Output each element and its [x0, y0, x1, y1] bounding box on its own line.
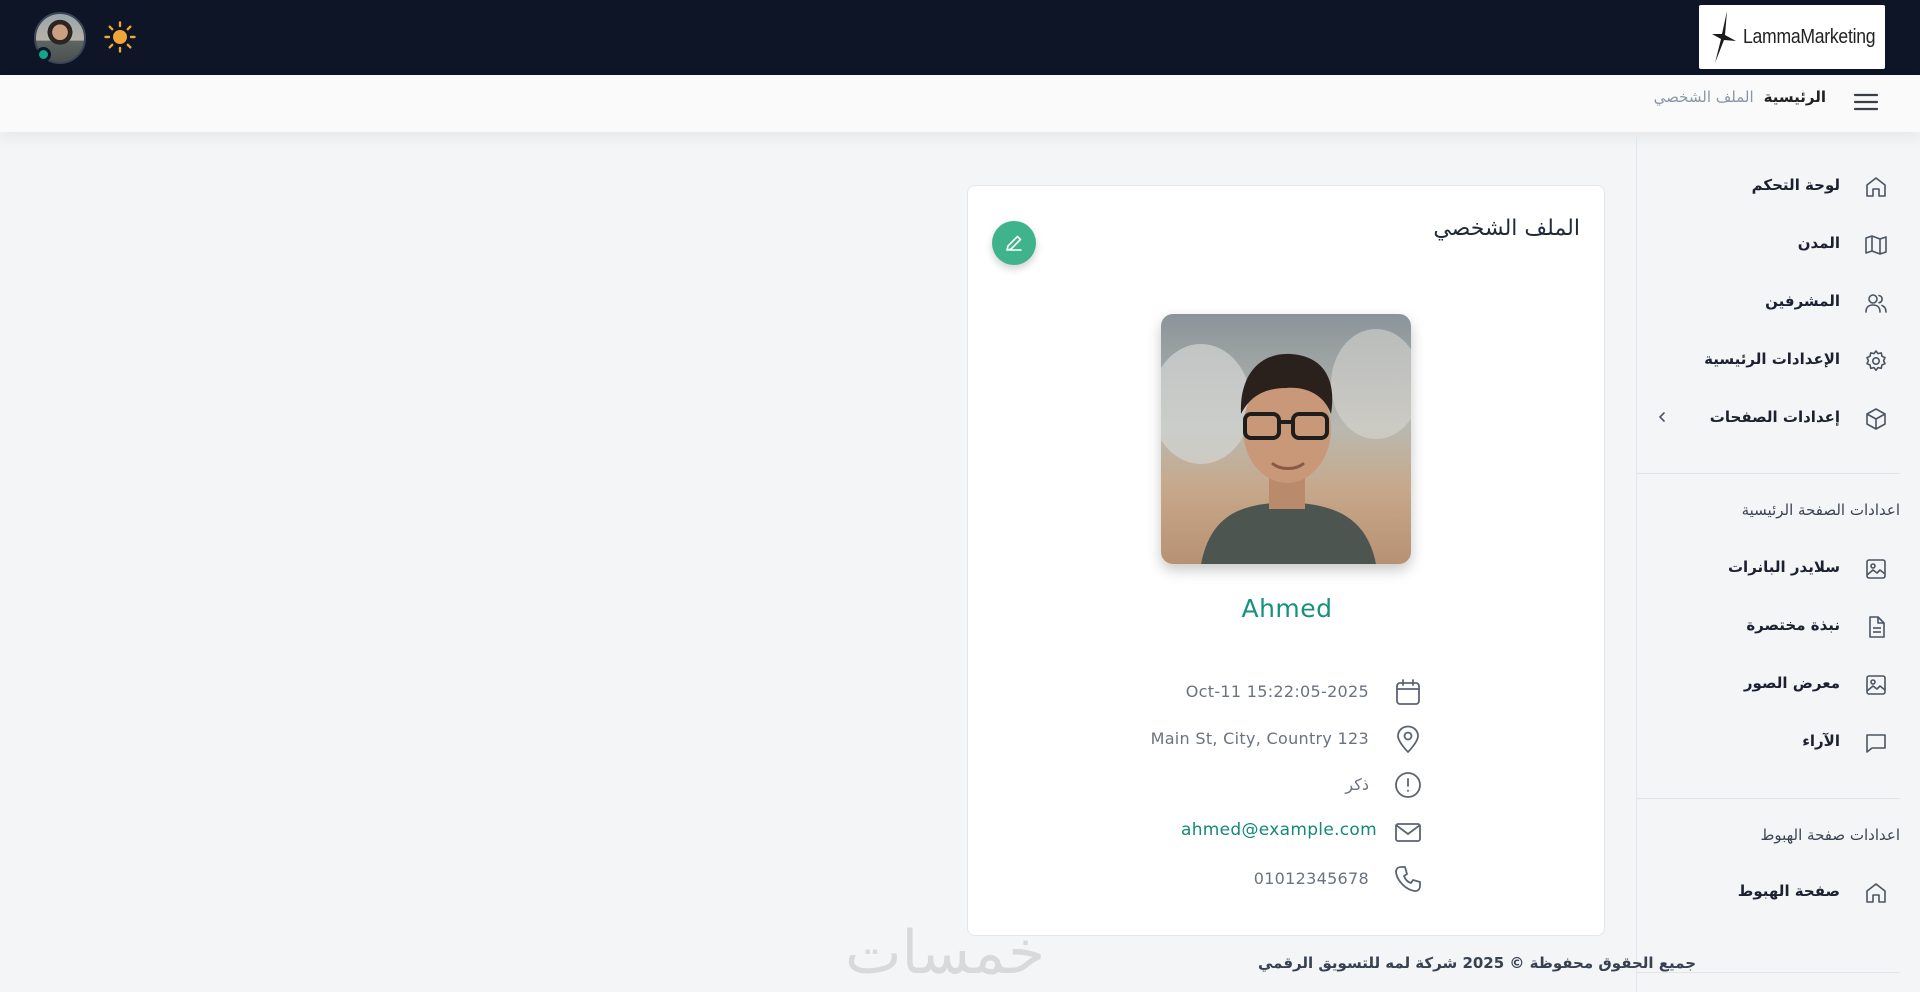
sidebar-section-home: اعدادات الصفحة الرئيسية — [1741, 501, 1900, 519]
star-logo-icon — [1712, 11, 1736, 63]
image-icon — [1866, 675, 1886, 695]
brand-name: LammaMarketing — [1743, 25, 1876, 48]
sidebar-item-about[interactable]: نبذة مختصرة — [1636, 607, 1920, 647]
map-icon — [1865, 235, 1887, 255]
profile-email[interactable]: ahmed@example.com — [1181, 820, 1377, 840]
sidebar-item-label: صفحة الهبوط — [1737, 882, 1840, 900]
footer-copyright: جميع الحقوق محفوظة © 2025 شركة لمه للتسو… — [1258, 954, 1697, 972]
alert-circle-icon — [1395, 772, 1421, 798]
profile-name: Ahmed — [1241, 594, 1333, 623]
chevron-left-icon — [1658, 412, 1665, 422]
sidebar-item-testimonials[interactable]: الآراء — [1636, 723, 1920, 763]
sidebar-item-label: نبذة مختصرة — [1746, 616, 1840, 634]
sidebar-item-label: الإعدادات الرئيسية — [1704, 350, 1840, 368]
sidebar-item-supervisors[interactable]: المشرفين — [1636, 283, 1920, 323]
sun-icon[interactable] — [104, 21, 136, 53]
calendar-icon — [1396, 679, 1420, 705]
profile-address: Main St, City, Country 123 — [1150, 729, 1369, 748]
image-icon — [1866, 559, 1886, 579]
breadcrumb-home[interactable]: الرئيسية — [1764, 88, 1826, 106]
profile-address-row: Main St, City, Country 123 — [1063, 722, 1423, 754]
sidebar-divider — [1636, 473, 1900, 474]
profile-photo — [1161, 314, 1411, 564]
document-icon — [1869, 616, 1885, 638]
breadcrumb-current: الملف الشخصي — [1653, 88, 1754, 106]
hamburger-icon[interactable] — [1852, 90, 1880, 114]
watermark: خمسات — [845, 918, 1046, 988]
brand-logo[interactable]: LammaMarketing — [1699, 5, 1885, 69]
chat-icon — [1866, 734, 1886, 753]
profile-gender-row: ذكر — [1063, 768, 1423, 800]
profile-phone-row: 01012345678 — [1063, 862, 1423, 894]
phone-icon — [1395, 866, 1421, 892]
sidebar-item-cities[interactable]: المدن — [1636, 225, 1920, 265]
sidebar-item-dashboard[interactable]: لوحة التحكم — [1636, 167, 1920, 207]
mail-icon — [1395, 823, 1421, 842]
profile-card: الملف الشخصي Ahmed Oct-11 15:22:05-2025 … — [967, 185, 1605, 936]
cube-icon — [1866, 408, 1886, 430]
sidebar-item-gallery[interactable]: معرض الصور — [1636, 665, 1920, 705]
breadcrumb-bar: الرئيسية الملف الشخصي — [0, 75, 1920, 132]
edit-profile-button[interactable] — [992, 221, 1036, 265]
sidebar-item-page-settings[interactable]: إعدادات الصفحات — [1636, 399, 1920, 439]
profile-photo-image — [1161, 314, 1411, 564]
sidebar-item-label: سلايدر البانرات — [1727, 558, 1840, 576]
sidebar-item-label: المشرفين — [1765, 292, 1840, 310]
online-status-dot — [36, 47, 51, 62]
home-icon — [1866, 883, 1886, 903]
location-pin-icon — [1397, 725, 1419, 754]
sidebar-item-label: لوحة التحكم — [1751, 176, 1840, 194]
home-icon — [1866, 177, 1886, 197]
sidebar-section-landing: اعدادات صفحة الهبوط — [1760, 826, 1900, 844]
profile-title: الملف الشخصي — [1433, 216, 1580, 241]
profile-phone: 01012345678 — [1253, 869, 1369, 888]
sidebar-item-main-settings[interactable]: الإعدادات الرئيسية — [1636, 341, 1920, 381]
sidebar-item-label: معرض الصور — [1743, 674, 1840, 692]
sidebar-divider — [1636, 972, 1900, 973]
sidebar-item-banner-slider[interactable]: سلايدر البانرات — [1636, 549, 1920, 589]
top-navbar: LammaMarketing — [0, 0, 1920, 75]
breadcrumb: الرئيسية الملف الشخصي — [1654, 88, 1826, 106]
profile-gender: ذكر — [1345, 775, 1369, 794]
sidebar-item-label: الآراء — [1802, 732, 1840, 750]
sidebar: لوحة التحكم المدن المشرفين الإعدادات الر… — [1636, 137, 1920, 992]
profile-date: Oct-11 15:22:05-2025 — [1185, 682, 1369, 701]
gear-icon — [1866, 350, 1886, 371]
sidebar-item-label: المدن — [1797, 234, 1840, 252]
pencil-icon — [1006, 235, 1022, 251]
profile-email-row: ahmed@example.com — [1063, 815, 1423, 847]
sidebar-divider — [1636, 798, 1900, 799]
sidebar-item-label: إعدادات الصفحات — [1709, 408, 1840, 426]
users-icon — [1865, 294, 1887, 313]
sidebar-item-landing-page[interactable]: صفحة الهبوط — [1636, 873, 1920, 913]
profile-date-row: Oct-11 15:22:05-2025 — [1063, 675, 1423, 707]
